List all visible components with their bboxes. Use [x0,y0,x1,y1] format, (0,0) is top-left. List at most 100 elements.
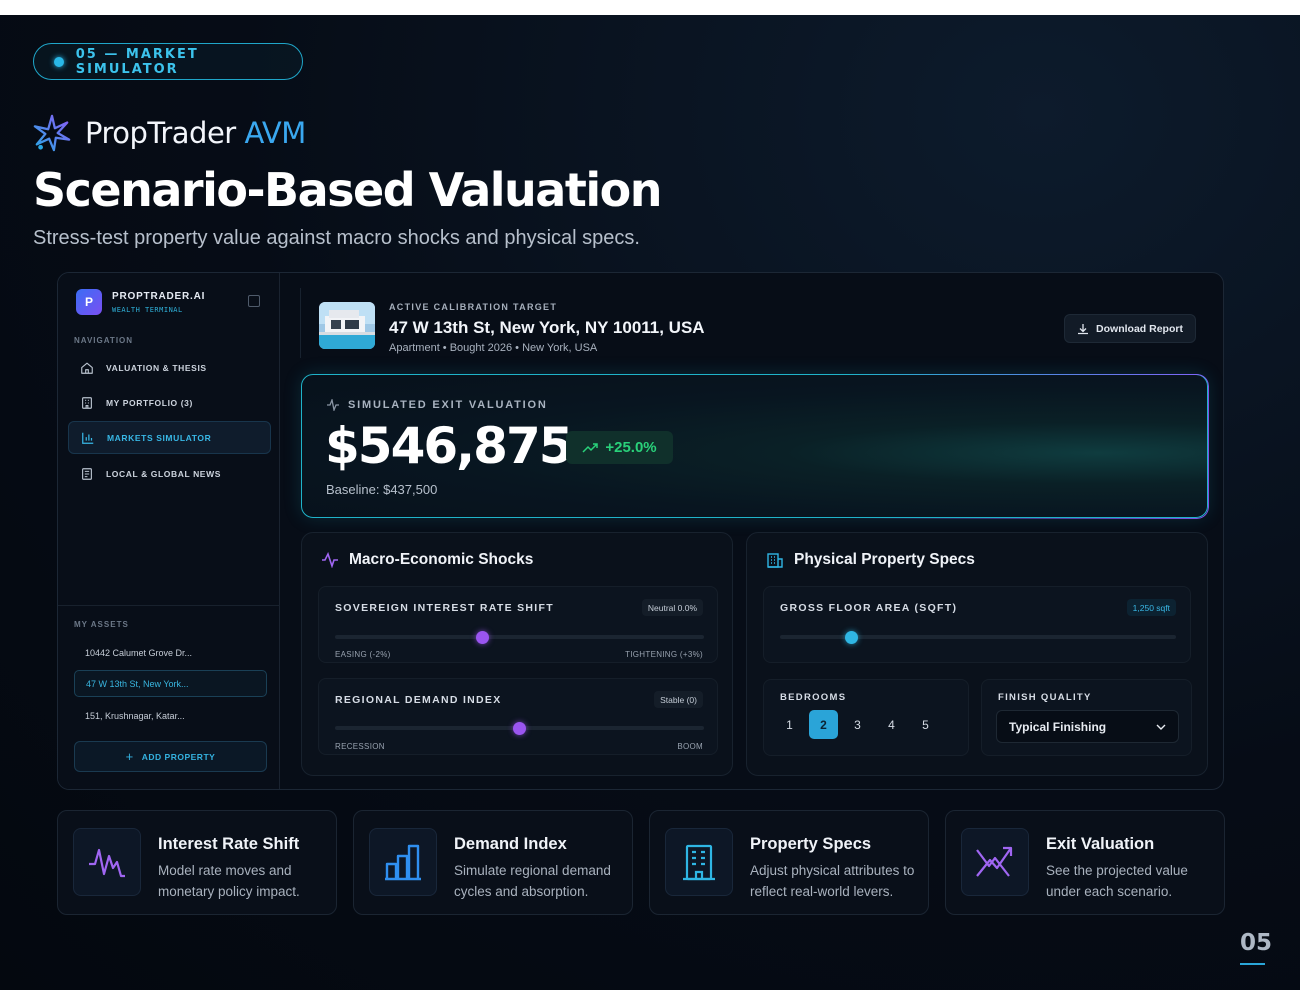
feature-desc: Adjust physical attributes to reflect re… [750,863,915,899]
target-label: ACTIVE CALIBRATION TARGET [389,302,558,312]
demand-index-control: REGIONAL DEMAND INDEX Stable (0) RECESSI… [318,678,718,755]
plus-icon: + [125,749,134,764]
macro-panel-title-text: Macro-Economic Shocks [349,551,534,568]
section-pill: 05 — MARKET SIMULATOR [33,43,303,80]
exit-valuation-card: SIMULATED EXIT VALUATION $546,875 +25.0%… [301,374,1208,518]
bedrooms-options: 1 2 3 4 5 [775,710,940,739]
building-icon [82,396,92,409]
bedrooms-title: BEDROOMS [780,692,847,703]
target-meta: Apartment • Bought 2026 • New York, USA [389,342,598,354]
download-report-button[interactable]: Download Report [1064,314,1196,343]
app-logo: P [76,289,102,315]
sidebar-divider [58,605,280,606]
exit-valuation-value: $546,875 [325,417,574,475]
assets-heading: MY ASSETS [74,620,129,629]
chevron-down-icon [1156,724,1166,730]
physical-panel-title: Physical Property Specs [766,551,975,569]
change-value: +25.0% [605,439,657,456]
interest-rate-slider[interactable] [335,630,704,644]
sparkle-logo-icon [33,114,71,152]
interest-rate-min-label: EASING (-2%) [335,650,391,659]
change-badge: +25.0% [566,431,673,464]
bedroom-option-5[interactable]: 5 [911,710,940,739]
demand-index-title: REGIONAL DEMAND INDEX [335,694,502,706]
building-icon [767,553,783,568]
brand-name-text: PropTrader [85,116,236,150]
finish-quality-control: FINISH QUALITY Typical Finishing [981,679,1192,756]
trend-up-icon [582,442,599,453]
brand-name: PropTrader AVM [85,116,306,150]
bar-chart-icon [82,432,94,444]
feature-title: Exit Valuation [1046,835,1155,853]
main-content: ACTIVE CALIBRATION TARGET 47 W 13th St, … [280,273,1223,789]
baseline-value: Baseline: $437,500 [326,482,438,497]
sidebar-item-label: MARKETS SIMULATOR [107,432,212,443]
interest-rate-tag: Neutral 0.0% [641,599,703,616]
newspaper-icon [82,467,92,480]
feature-card-property-specs: Property Specs Adjust physical attribute… [649,810,929,915]
feature-title: Demand Index [454,835,567,853]
feature-icon-box [369,828,437,896]
asset-item[interactable]: 151, Krushnagar, Katar... [74,702,267,729]
sidebar-item-markets-simulator[interactable]: MARKETS SIMULATOR [68,421,271,454]
page-title: Scenario-Based Valuation [33,163,662,217]
demand-index-max-label: BOOM [677,742,703,751]
collapse-sidebar-icon[interactable] [248,295,260,307]
feature-desc: Model rate moves and monetary policy imp… [158,863,300,899]
download-icon [1078,323,1089,334]
floor-area-slider-thumb[interactable] [844,630,858,644]
floor-area-title: GROSS FLOOR AREA (SQFT) [780,602,958,614]
pulse-icon [322,552,338,568]
feature-icon-box [73,828,141,896]
add-property-button[interactable]: + ADD PROPERTY [74,741,267,772]
pulse-icon [327,399,339,411]
floor-area-control: GROSS FLOOR AREA (SQFT) 1,250 sqft [763,586,1191,663]
feature-title: Interest Rate Shift [158,835,300,853]
sidebar: P PROPTRADER.AI WEALTH TERMINAL NAVIGATI… [58,273,280,789]
feature-desc: See the projected value under each scena… [1046,863,1188,899]
interest-rate-max-label: TIGHTENING (+3%) [625,650,703,659]
floor-area-slider[interactable] [780,630,1176,644]
sidebar-item-label: MY PORTFOLIO (3) [106,397,193,408]
asset-item[interactable]: 10442 Calumet Grove Dr... [74,639,267,666]
sidebar-brand-subtitle: WEALTH TERMINAL [112,305,183,314]
macro-panel-title: Macro-Economic Shocks [321,551,533,569]
finish-quality-select[interactable]: Typical Finishing [996,710,1179,743]
interest-rate-title: SOVEREIGN INTEREST RATE SHIFT [335,602,554,614]
sidebar-item-label: VALUATION & THESIS [106,362,207,373]
property-thumbnail [319,302,375,349]
physical-panel-title-text: Physical Property Specs [794,551,975,568]
slide: 05 — MARKET SIMULATOR PropTrader AVM Sce… [0,15,1300,990]
bedroom-option-2[interactable]: 2 [809,710,838,739]
download-report-label: Download Report [1096,322,1183,335]
page-number-underline [1240,963,1265,965]
page-subtitle: Stress-test property value against macro… [33,227,640,249]
target-address: 47 W 13th St, New York, NY 10011, USA [389,318,705,337]
feature-desc: Simulate regional demand cycles and abso… [454,863,611,899]
bedrooms-control: BEDROOMS 1 2 3 4 5 [763,679,969,756]
asset-item-active[interactable]: 47 W 13th St, New York... [74,670,267,697]
interest-rate-control: SOVEREIGN INTEREST RATE SHIFT Neutral 0.… [318,586,718,663]
sidebar-item-valuation[interactable]: VALUATION & THESIS [68,351,271,384]
feature-card-exit-valuation: Exit Valuation See the projected value u… [945,810,1225,915]
interest-rate-slider-thumb[interactable] [476,630,490,644]
finish-quality-value: Typical Finishing [1009,719,1107,734]
bedroom-option-3[interactable]: 3 [843,710,872,739]
pulse-icon [89,848,125,878]
bedroom-option-4[interactable]: 4 [877,710,906,739]
demand-index-slider[interactable] [335,721,704,735]
demand-index-min-label: RECESSION [335,742,385,751]
sidebar-item-portfolio[interactable]: MY PORTFOLIO (3) [68,386,271,419]
sidebar-item-news[interactable]: LOCAL & GLOBAL NEWS [68,457,271,490]
demand-index-slider-thumb[interactable] [513,721,526,735]
feature-title: Property Specs [750,835,872,853]
bedroom-option-1[interactable]: 1 [775,710,804,739]
finish-quality-title: FINISH QUALITY [998,692,1092,703]
brand-accent: AVM [244,116,306,150]
pill-dot-icon [54,56,64,67]
demand-index-tag: Stable (0) [654,691,703,708]
add-property-label: ADD PROPERTY [141,751,216,762]
macro-shocks-panel: Macro-Economic Shocks SOVEREIGN INTEREST… [301,532,733,776]
pill-label: 05 — MARKET SIMULATOR [75,46,199,77]
floor-area-tag: 1,250 sqft [1126,599,1176,616]
